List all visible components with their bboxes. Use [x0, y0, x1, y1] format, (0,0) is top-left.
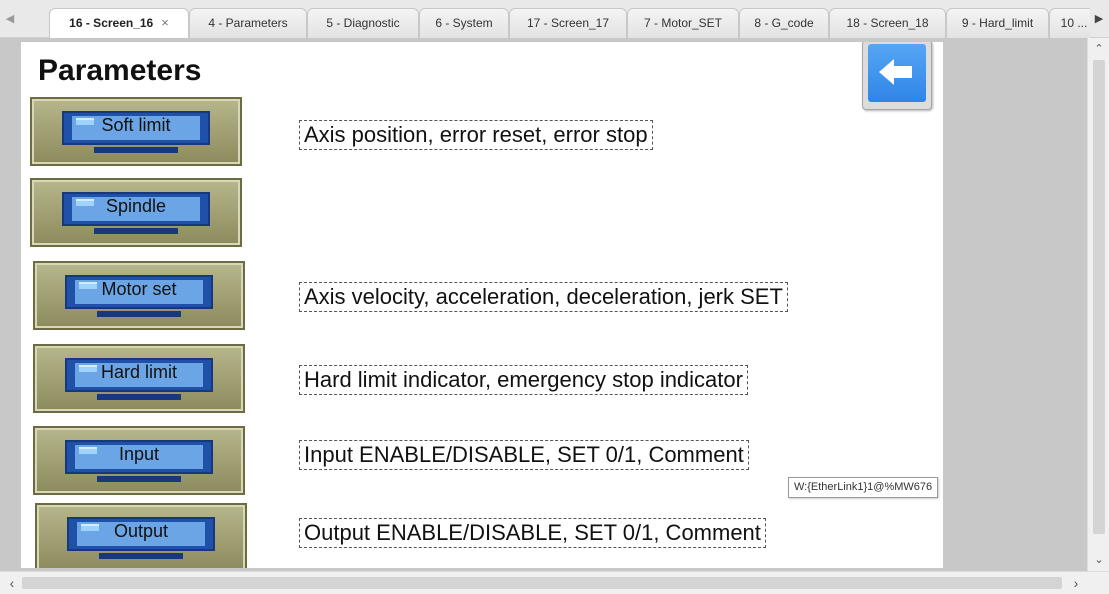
tab-label: 6 - System — [435, 16, 493, 30]
motor-set-description: Axis velocity, acceleration, deceleratio… — [299, 282, 788, 312]
button-label: Hard limit — [100, 362, 177, 382]
tab-scroll-left-icon[interactable]: ◀ — [2, 8, 18, 30]
page-title: Parameters — [38, 54, 202, 87]
vertical-scroll-thumb[interactable] — [1093, 60, 1105, 534]
horizontal-scrollbar[interactable]: ‹ › — [0, 571, 1109, 593]
scroll-left-icon[interactable]: ‹ — [2, 572, 22, 594]
tabs: 16 - Screen_16 × 4 - Parameters 5 - Diagn… — [22, 8, 1090, 38]
button-label: Output — [113, 521, 169, 541]
tab-label: 9 - Hard_limit — [961, 16, 1034, 30]
button-label: Input — [118, 444, 160, 464]
close-icon[interactable]: × — [161, 15, 169, 30]
tab-screen-17[interactable]: 17 - Screen_17 — [509, 8, 627, 38]
tab-system[interactable]: 6 - System — [419, 8, 509, 38]
tab-label: 17 - Screen_17 — [526, 16, 610, 30]
tab-label: 7 - Motor_SET — [643, 16, 723, 30]
motor-set-button[interactable]: Motor set — [33, 261, 245, 330]
tab-diagnostic[interactable]: 5 - Diagnostic — [307, 8, 419, 38]
output-description: Output ENABLE/DISABLE, SET 0/1, Comment — [299, 518, 766, 548]
tab-screen-16[interactable]: 16 - Screen_16 × — [49, 8, 189, 38]
arrow-left-icon — [879, 59, 912, 85]
tab-hard-limit[interactable]: 9 - Hard_limit — [946, 8, 1049, 38]
tab-motor-set[interactable]: 7 - Motor_SET — [627, 8, 739, 38]
button-label: Motor set — [101, 279, 177, 299]
output-button[interactable]: Output — [35, 503, 247, 568]
vertical-scrollbar[interactable]: ⌃ ⌄ — [1087, 38, 1109, 571]
work-area: Parameters Soft limit Axis position, err… — [0, 38, 1109, 571]
tab-label: 8 - G_code — [754, 16, 814, 30]
tab-scroll-right-icon[interactable]: ▶ — [1091, 8, 1107, 30]
scroll-up-icon[interactable]: ⌃ — [1088, 40, 1109, 58]
tab-strip: ◀ 16 - Screen_16 × 4 - Parameters 5 - Dia… — [0, 0, 1109, 38]
tab-label: 4 - Parameters — [208, 16, 288, 30]
input-button[interactable]: Input — [33, 426, 245, 495]
spindle-button[interactable]: Spindle — [30, 178, 242, 247]
soft-limit-button[interactable]: Soft limit — [30, 97, 242, 166]
back-button[interactable] — [862, 42, 932, 110]
scroll-right-icon[interactable]: › — [1066, 572, 1086, 594]
tab-label: 16 - Screen_16 — [69, 16, 154, 30]
hard-limit-description: Hard limit indicator, emergency stop ind… — [299, 365, 748, 395]
tab-parameters[interactable]: 4 - Parameters — [189, 8, 307, 38]
button-label: Spindle — [105, 196, 167, 216]
scroll-down-icon[interactable]: ⌄ — [1088, 551, 1109, 569]
address-tooltip: W:{EtherLink1}1@%MW676 — [788, 477, 939, 498]
input-description: Input ENABLE/DISABLE, SET 0/1, Comment — [299, 440, 749, 470]
button-label: Soft limit — [101, 115, 171, 135]
tab-label: 10 ... — [1060, 16, 1088, 30]
horizontal-scroll-thumb[interactable] — [22, 577, 1062, 589]
tab-label: 5 - Diagnostic — [326, 16, 400, 30]
tab-label: 18 - Screen_18 — [846, 16, 929, 30]
hard-limit-button[interactable]: Hard limit — [33, 344, 245, 413]
tab-screen-18[interactable]: 18 - Screen_18 — [829, 8, 946, 38]
tab-more[interactable]: 10 ... — [1049, 8, 1090, 38]
soft-limit-description: Axis position, error reset, error stop — [299, 120, 653, 150]
tab-g-code[interactable]: 8 - G_code — [739, 8, 829, 38]
